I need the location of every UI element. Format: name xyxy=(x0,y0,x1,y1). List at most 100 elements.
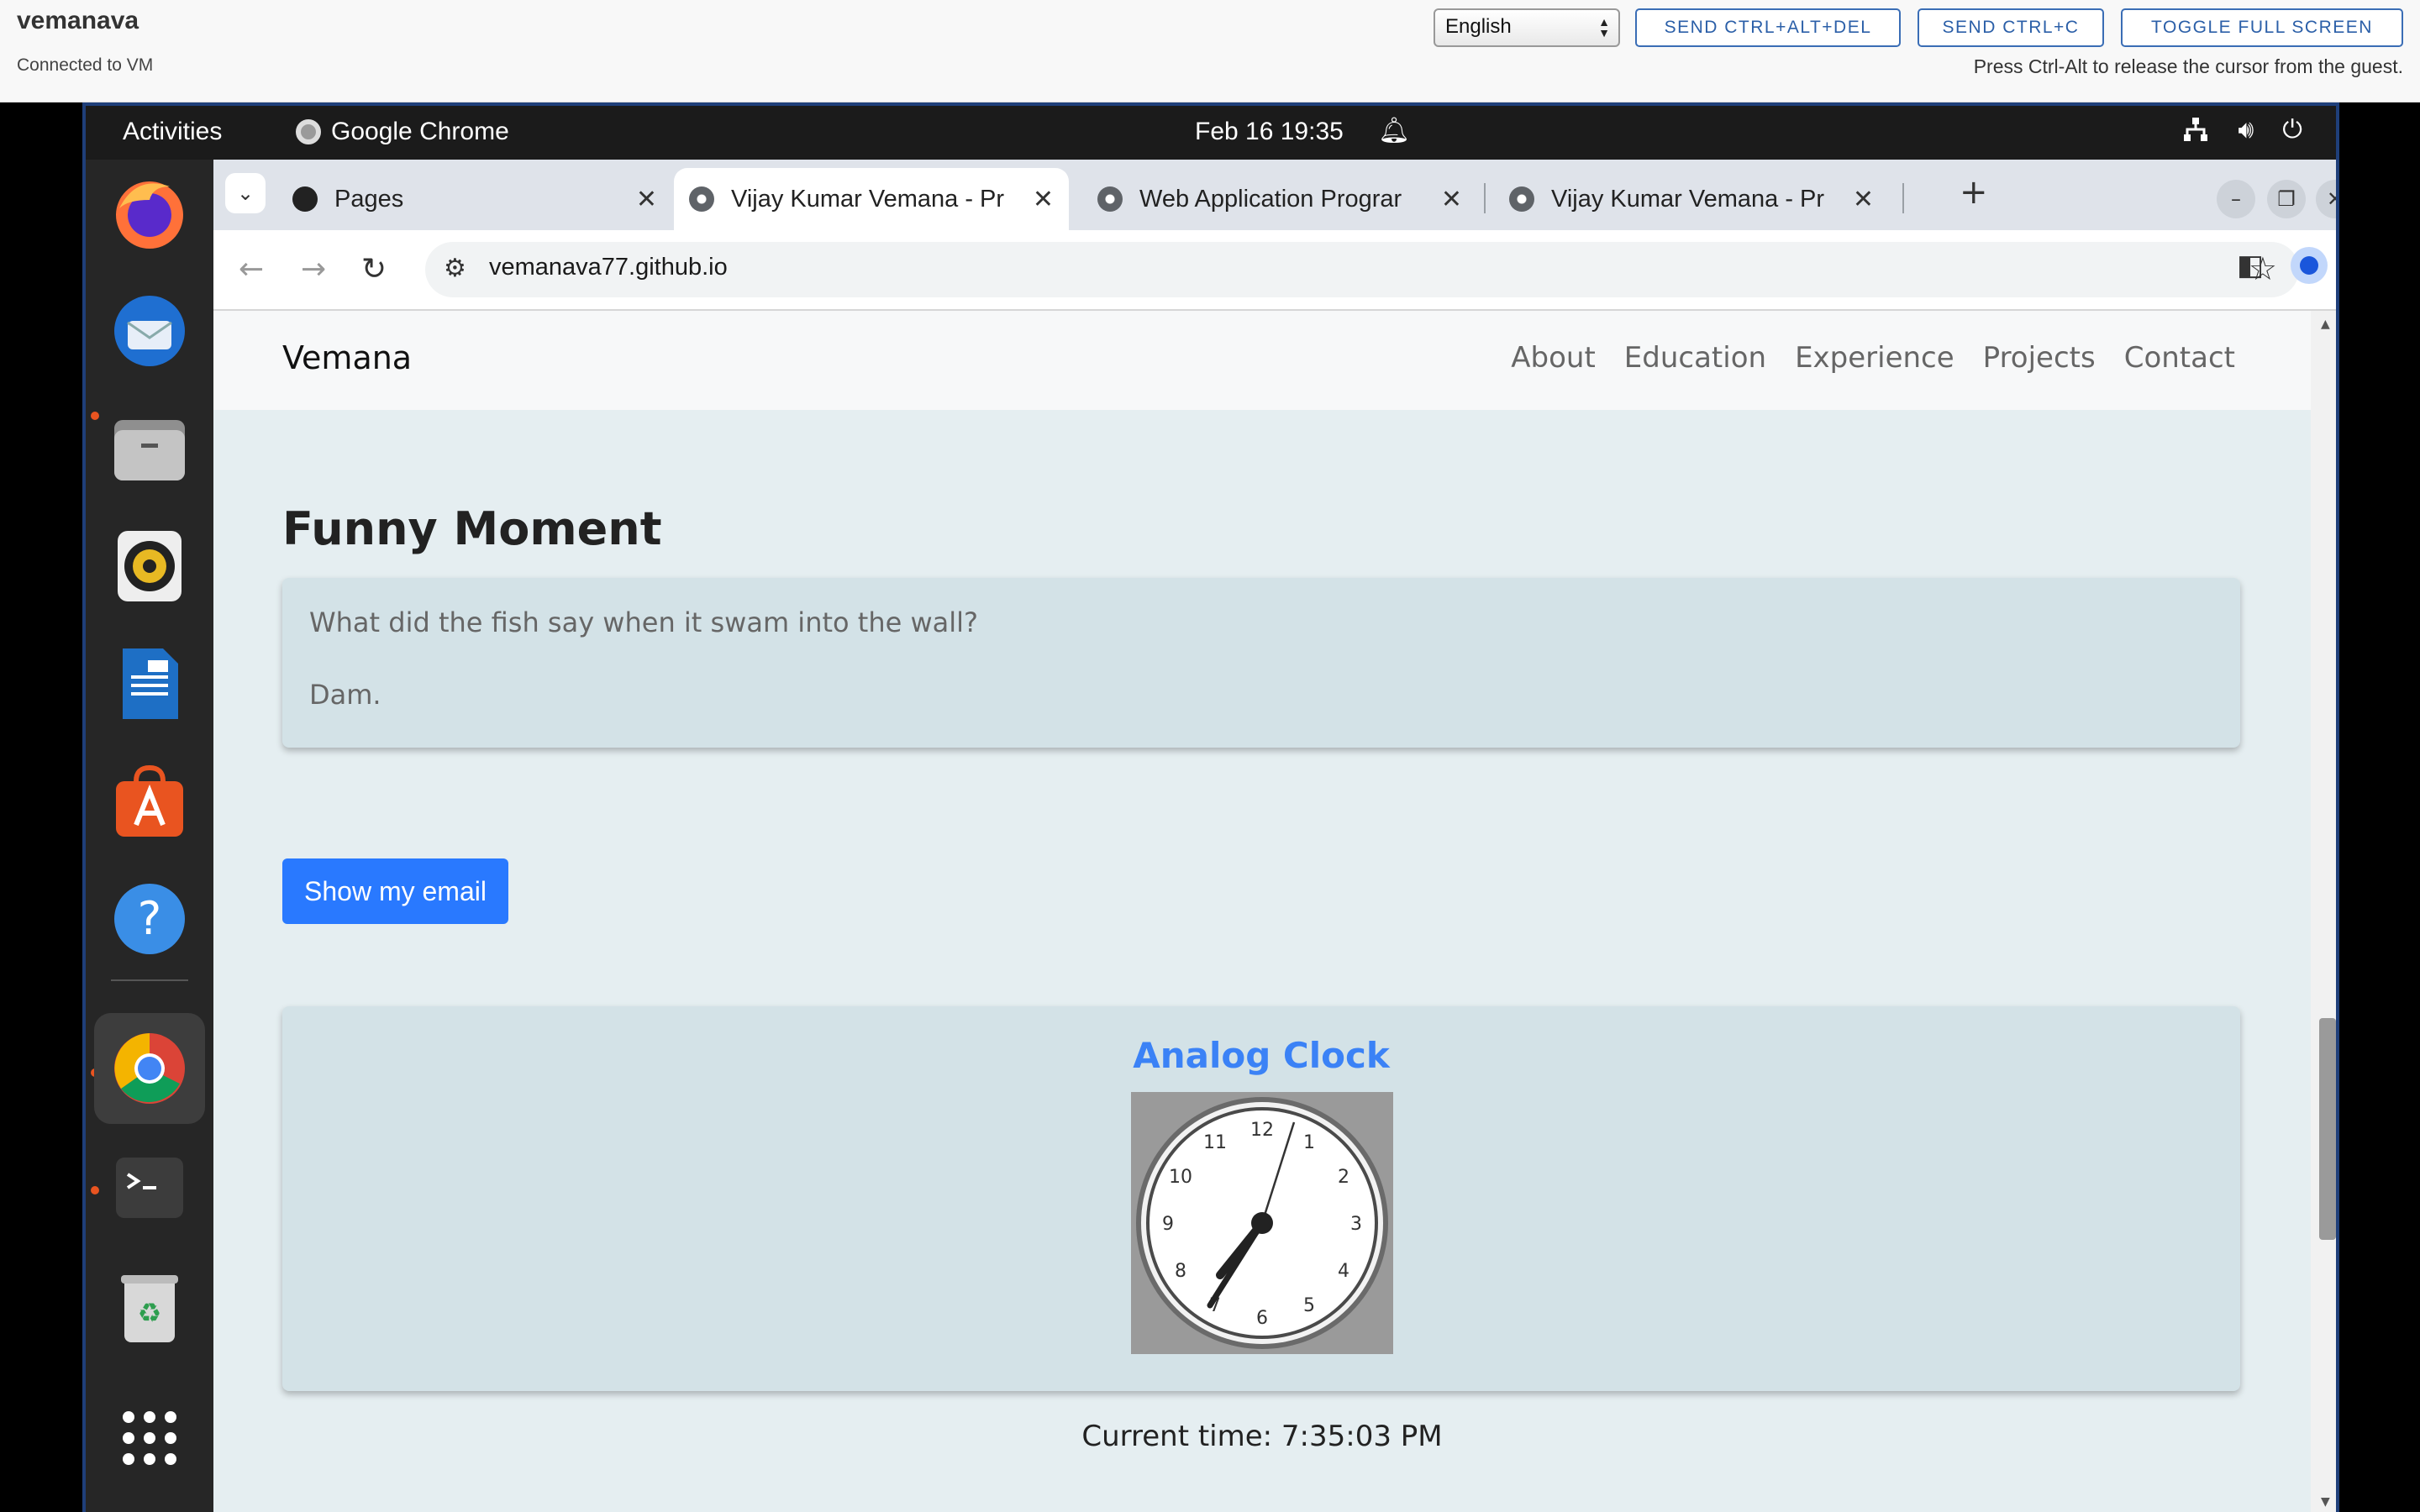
tab-search-button[interactable]: ⌄ xyxy=(225,173,266,213)
app-menu[interactable]: Google Chrome xyxy=(296,118,509,146)
system-status-area[interactable]: 🔊︎ ⏻ xyxy=(2182,116,2302,150)
nav-link-about[interactable]: About xyxy=(1511,341,1596,375)
tab-strip: ⌄ Pages ✕ Vijay Kumar Vemana - Pr ✕ Web … xyxy=(213,160,2336,230)
scroll-up-arrow-icon[interactable]: ▲ xyxy=(2321,318,2330,331)
rhythmbox-speaker-icon xyxy=(118,531,182,601)
send-ctrl-alt-del-button[interactable]: SEND CTRL+ALT+DEL xyxy=(1635,8,1901,47)
vm-name: vemanava xyxy=(17,7,139,34)
close-window-icon[interactable]: ✕ xyxy=(2316,180,2336,218)
svg-text:♻: ♻ xyxy=(138,1297,162,1329)
guest-desktop: Activities Google Chrome Feb 16 19:35 🔔︎… xyxy=(82,102,2339,1512)
close-icon[interactable]: ✕ xyxy=(636,185,657,214)
site-brand[interactable]: Vemana xyxy=(282,339,412,376)
clock-numeral: 1 xyxy=(1303,1132,1315,1153)
network-icon xyxy=(2182,116,2209,150)
vm-console-header: vemanava Connected to VM English ▲ ▼ SEND… xyxy=(0,0,2420,102)
browser-toolbar: ← → ↻ ⚙︎ vemanava77.github.io ☆ ◧ ⋮ xyxy=(213,230,2336,311)
minimize-icon[interactable]: – xyxy=(2217,180,2255,218)
nav-link-contact[interactable]: Contact xyxy=(2124,341,2235,375)
chevron-down-icon: ⌄ xyxy=(236,181,255,205)
firefox-launcher[interactable] xyxy=(106,170,193,257)
globe-favicon-icon xyxy=(1509,186,1534,212)
show-applications-button[interactable] xyxy=(106,1394,193,1482)
side-panel-icon[interactable]: ◧ xyxy=(2237,249,2264,282)
clock-numeral: 2 xyxy=(1338,1167,1349,1188)
files-launcher[interactable] xyxy=(106,405,193,492)
nav-link-education[interactable]: Education xyxy=(1624,341,1766,375)
url-text: vemanava77.github.io xyxy=(489,254,728,281)
clock-numeral: 4 xyxy=(1338,1261,1349,1282)
analog-clock-canvas: 12 1 2 3 4 5 6 7 8 9 10 11 xyxy=(1131,1092,1393,1354)
terminal-launcher[interactable] xyxy=(106,1144,193,1231)
site-settings-tune-icon[interactable]: ⚙︎ xyxy=(444,254,466,283)
toggle-full-screen-button[interactable]: TOGGLE FULL SCREEN xyxy=(2121,8,2403,47)
svg-text:?: ? xyxy=(138,892,162,945)
back-arrow-icon[interactable]: ← xyxy=(239,252,264,286)
tab-title: Vijay Kumar Vemana - Pr xyxy=(731,185,1005,213)
tab-pages[interactable]: Pages ✕ xyxy=(277,168,672,230)
show-email-button[interactable]: Show my email xyxy=(282,858,508,924)
close-icon[interactable]: ✕ xyxy=(1441,185,1462,214)
chrome-app-icon xyxy=(296,119,321,144)
tab-title: Web Application Prograr xyxy=(1139,185,1402,213)
terminal-icon xyxy=(116,1158,183,1218)
trash-recycle-icon: ♻ xyxy=(121,1275,178,1342)
nav-link-projects[interactable]: Projects xyxy=(1983,341,2096,375)
top-bar-clock[interactable]: Feb 16 19:35 xyxy=(1195,118,1344,146)
tab-title: Vijay Kumar Vemana - Pr xyxy=(1551,185,1825,213)
libreoffice-writer-launcher[interactable] xyxy=(106,640,193,727)
current-time-readout: Current time: 7:35:03 PM xyxy=(1081,1420,1443,1453)
chrome-launcher[interactable] xyxy=(94,1013,205,1124)
writer-document-icon xyxy=(123,648,178,719)
tab-vijay-kumar-vemana[interactable]: Vijay Kumar Vemana - Pr ✕ xyxy=(1494,168,1889,230)
alarm-bell-icon: 🔔︎ xyxy=(1378,117,1411,144)
scrollbar-thumb[interactable] xyxy=(2319,1018,2336,1240)
keyboard-language-select[interactable]: English ▲ ▼ xyxy=(1434,8,1620,47)
vm-connection-status: Connected to VM xyxy=(17,55,154,75)
help-launcher[interactable]: ? xyxy=(106,875,193,963)
files-folder-icon xyxy=(114,420,185,480)
running-indicator xyxy=(91,412,99,420)
site-navbar: Vemana About Education Experience Projec… xyxy=(213,311,2311,410)
power-icon: ⏻ xyxy=(2282,116,2302,144)
site-nav-links: About Education Experience Projects Cont… xyxy=(1511,341,2235,375)
app-menu-label: Google Chrome xyxy=(331,118,509,145)
trash-launcher[interactable]: ♻ xyxy=(106,1263,193,1351)
tab-separator xyxy=(1902,183,1904,213)
globe-favicon-icon xyxy=(1097,186,1123,212)
ubuntu-dock: ? ♻ xyxy=(86,160,213,1512)
new-tab-plus-icon[interactable]: + xyxy=(1960,173,1988,212)
close-icon[interactable]: ✕ xyxy=(1853,185,1874,214)
more-menu-icon[interactable]: ⋮ xyxy=(2328,249,2336,282)
clock-numeral: 12 xyxy=(1250,1120,1274,1141)
nav-link-experience[interactable]: Experience xyxy=(1795,341,1954,375)
github-favicon-icon xyxy=(292,186,318,212)
clock-numeral: 6 xyxy=(1256,1308,1268,1329)
profile-avatar-icon[interactable] xyxy=(2291,247,2328,284)
tab-web-application-programming[interactable]: Web Application Prograr ✕ xyxy=(1082,168,1477,230)
activities-button[interactable]: Activities xyxy=(123,118,222,146)
chrome-icon xyxy=(114,1033,185,1104)
send-ctrl-c-button[interactable]: SEND CTRL+C xyxy=(1918,8,2104,47)
clock-numeral: 8 xyxy=(1175,1261,1186,1282)
help-question-icon: ? xyxy=(114,884,185,954)
thunderbird-launcher[interactable] xyxy=(106,287,193,375)
analog-clock-title: Analog Clock xyxy=(1133,1035,1390,1076)
firefox-icon xyxy=(116,181,183,249)
analog-clock-card: Analog Clock 12 1 2 3 4 5 6 7 8 9 10 11 xyxy=(282,1006,2240,1391)
restore-icon[interactable]: ❐ xyxy=(2267,180,2306,218)
rhythmbox-launcher[interactable] xyxy=(106,522,193,610)
address-bar[interactable]: ⚙︎ vemanava77.github.io ☆ xyxy=(425,242,2299,297)
close-icon[interactable]: ✕ xyxy=(1033,185,1054,214)
forward-arrow-icon[interactable]: → xyxy=(301,252,326,286)
app-center-bag-icon xyxy=(116,764,183,837)
app-center-launcher[interactable] xyxy=(106,758,193,845)
analog-clock-face: 121234567891011 xyxy=(1136,1097,1388,1349)
joke-answer: Dam. xyxy=(309,679,381,711)
reload-icon[interactable]: ↻ xyxy=(361,252,387,286)
tab-vijay-kumar-vemana-active[interactable]: Vijay Kumar Vemana - Pr ✕ xyxy=(674,168,1069,230)
joke-question: What did the fish say when it swam into … xyxy=(309,606,978,638)
page-scrollbar[interactable]: ▲ ▼ xyxy=(2311,311,2336,1512)
app-grid-icon xyxy=(123,1411,176,1465)
scroll-down-arrow-icon[interactable]: ▼ xyxy=(2321,1495,2330,1509)
